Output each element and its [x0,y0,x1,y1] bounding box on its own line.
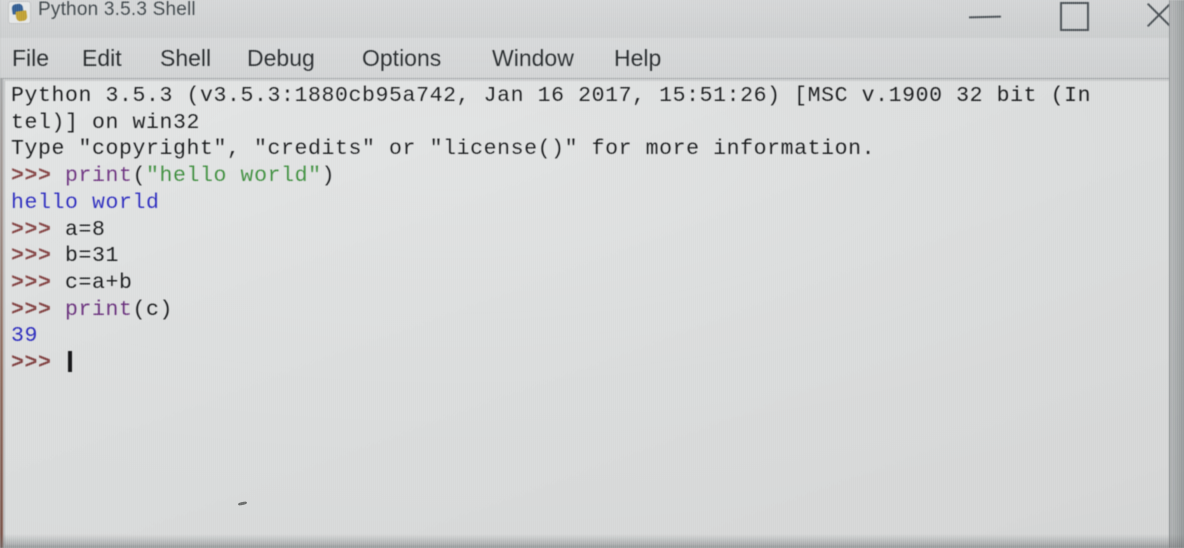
title-bar: Python 3.5.3 Shell [0,0,1184,38]
shell-line: >>> a=8 [11,217,1171,244]
shell-line: >>> b=31 [11,243,1171,270]
idle-shell-window: Python 3.5.3 Shell File Edit Shell Debug Opt… [0,0,1184,548]
window-left-edge [0,78,3,548]
maximize-button[interactable] [1052,0,1098,31]
shell-line: Type "copyright", "credits" or "license(… [11,136,1171,163]
menu-item-file[interactable]: File [12,45,49,71]
shell-token-builtin: print [65,297,133,322]
text-cursor [68,351,73,373]
shell-token-prompt: >>> [11,217,66,242]
shell-token-prompt: >>> [11,297,66,322]
shell-token-plain: ) [321,164,336,189]
shell-line: tel)] on win32 [11,110,1171,137]
shell-token-plain: (c) [132,297,174,322]
shell-line: >>> print("hello world") [11,163,1171,190]
shell-token-output: 39 [11,324,39,349]
shell-token-plain: b=31 [65,244,120,269]
menu-bar: File Edit Shell Debug Options Window Help [0,38,1184,79]
shell-text-area[interactable]: Python 3.5.3 (v3.5.3:1880cb95a742, Jan 1… [4,80,1171,545]
python-logo-icon [8,1,31,24]
shell-token-prompt: >>> [11,244,66,269]
shell-token-prompt: >>> [11,351,66,376]
menu-item-help[interactable]: Help [614,45,661,71]
shell-line: hello world [11,190,1171,217]
menu-item-edit[interactable]: Edit [82,45,122,71]
window-bottom-shadow [0,534,1184,548]
shell-line: >>> [11,350,1171,377]
shell-token-plain: Type "copyright", "credits" or "license(… [11,137,876,162]
shell-token-plain: ( [132,164,147,189]
menu-item-window[interactable]: Window [492,45,574,71]
shell-line: 39 [11,323,1171,350]
maximize-icon [1060,2,1089,31]
shell-token-string: "hello world" [146,164,322,189]
window-right-edge [1169,0,1184,548]
window-title: Python 3.5.3 Shell [38,0,196,20]
shell-token-prompt: >>> [11,164,66,189]
shell-line: Python 3.5.3 (v3.5.3:1880cb95a742, Jan 1… [11,83,1171,110]
shell-token-output: hello world [11,190,160,215]
photo-of-screen: Python 3.5.3 Shell File Edit Shell Debug Opt… [0,0,1184,548]
shell-token-plain: a=8 [65,217,106,242]
menu-item-debug[interactable]: Debug [247,45,315,71]
minimize-icon [968,15,1002,19]
shell-token-plain: c=a+b [65,270,133,295]
shell-token-builtin: print [65,164,133,189]
shell-token-plain: Python 3.5.3 (v3.5.3:1880cb95a742, Jan 1… [11,84,1092,108]
minimize-button[interactable] [965,0,1011,28]
shell-line: >>> print(c) [11,297,1171,324]
shell-token-prompt: >>> [11,270,66,295]
menu-item-shell[interactable]: Shell [160,45,211,71]
shell-token-plain: tel)] on win32 [11,110,201,135]
shell-line: >>> c=a+b [11,270,1171,297]
menu-item-options[interactable]: Options [362,45,441,71]
